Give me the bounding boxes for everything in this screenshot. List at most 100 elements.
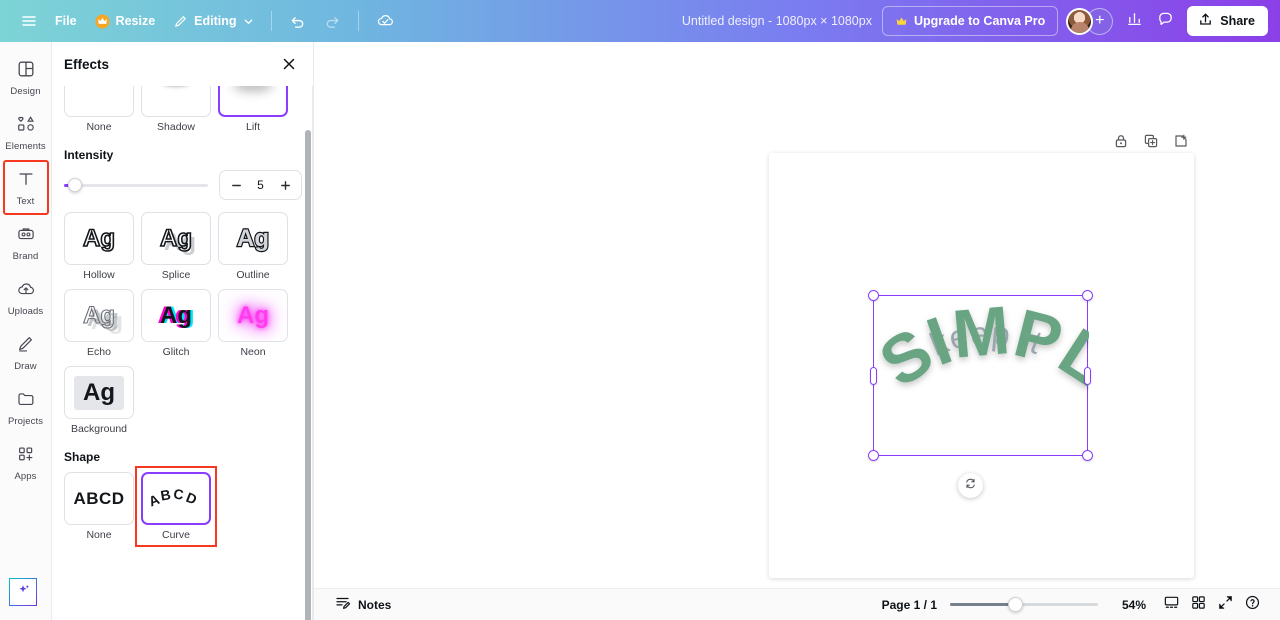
intensity-stepper: 5 (219, 170, 302, 200)
cloud-save-status-button[interactable] (367, 6, 405, 36)
effect-option-glitch[interactable]: Ag Glitch (141, 289, 211, 358)
file-menu-button[interactable]: File (46, 6, 86, 36)
document-title[interactable]: Untitled design - 1080px × 1080px (672, 6, 882, 36)
effect-option-background[interactable]: Ag Background (64, 366, 134, 435)
effect-label: Background (70, 423, 128, 435)
sidebar-item-projects[interactable]: Projects (3, 380, 49, 435)
shadow-preview (142, 86, 210, 116)
draw-pen-icon (16, 334, 36, 359)
close-icon[interactable] (278, 53, 300, 75)
chevron-down-icon (243, 16, 254, 27)
design-layout-icon (16, 59, 36, 84)
slider-knob[interactable] (68, 178, 82, 192)
editing-mode-button[interactable]: Editing (164, 6, 262, 36)
effect-sample: Ag (74, 375, 124, 410)
resize-label: Resize (115, 14, 156, 28)
help-button[interactable] (1239, 592, 1266, 618)
collaborators: + (1066, 7, 1114, 35)
share-button[interactable]: Share (1187, 6, 1268, 36)
effect-option-lift[interactable]: Lift (218, 86, 288, 133)
sidebar-item-label: Text (16, 195, 35, 207)
sidebar-item-label: Draw (14, 360, 37, 372)
panel-edge (312, 42, 313, 620)
design-page-canvas[interactable]: keep it SIMPLE (769, 153, 1194, 578)
resize-handle-bottom-left[interactable] (868, 450, 879, 461)
upgrade-label: Upgrade to Canva Pro (913, 14, 1046, 28)
fullscreen-icon (1217, 594, 1234, 616)
intensity-row: 5 (64, 170, 302, 200)
cloud-saved-icon (376, 11, 396, 31)
rotate-handle-icon (964, 477, 977, 495)
upgrade-to-pro-button[interactable]: Upgrade to Canva Pro (881, 6, 1059, 36)
avatar[interactable] (1066, 7, 1094, 35)
insights-button[interactable] (1119, 6, 1150, 36)
shape-option-curve[interactable]: A B C D Curve (135, 466, 217, 547)
rotate-handle[interactable] (958, 473, 983, 498)
effect-option-shadow[interactable]: Shadow (141, 86, 211, 133)
shape-thumbnail: A B C D (141, 472, 211, 525)
effect-sample: Ag (237, 301, 269, 329)
intensity-minus-button[interactable] (228, 177, 244, 193)
effect-label: Outline (236, 269, 270, 281)
pencil-icon (173, 14, 188, 29)
notes-button[interactable]: Notes (328, 591, 398, 618)
effect-label: Glitch (162, 346, 190, 358)
apps-grid-plus-icon (16, 444, 36, 469)
lift-preview (220, 86, 286, 115)
undo-button[interactable] (280, 6, 315, 36)
panel-scrollbar[interactable] (305, 130, 311, 620)
sidebar-item-brand[interactable]: Brand (3, 215, 49, 270)
resize-handle-bottom-right[interactable] (1082, 450, 1093, 461)
effects-panel-header: Effects (52, 42, 313, 86)
comments-button[interactable] (1150, 6, 1181, 36)
sidebar-item-label: Elements (5, 140, 46, 152)
effect-option-neon[interactable]: Ag Neon (218, 289, 288, 358)
effect-style-grid-2: Ag Hollow Ag Splice Ag Outline Ag Echo A… (64, 212, 302, 435)
magic-studio-button[interactable] (9, 578, 37, 606)
effect-option-hollow[interactable]: Ag Hollow (64, 212, 134, 281)
effect-option-outline[interactable]: Ag Outline (218, 212, 288, 281)
resize-handle-top-right[interactable] (1082, 290, 1093, 301)
resize-handle-left[interactable] (870, 366, 877, 385)
sidebar-item-design[interactable]: Design (3, 50, 49, 105)
shape-label-curve: Curve (161, 529, 190, 541)
sidebar-item-draw[interactable]: Draw (3, 325, 49, 380)
undo-icon (289, 13, 306, 30)
effect-sample: Ag (160, 301, 192, 329)
lock-icon[interactable] (1112, 131, 1130, 151)
selected-text-object[interactable]: keep it SIMPLE (852, 235, 1122, 461)
effect-style-grid: None Shadow Lift (64, 86, 302, 133)
projects-folder-icon (16, 389, 36, 414)
svg-text:D: D (184, 489, 200, 508)
effect-option-splice[interactable]: Ag Splice (141, 212, 211, 281)
grid-view-icon (1190, 594, 1207, 616)
resize-button[interactable]: Resize (86, 6, 165, 36)
effect-sample: Ag (82, 224, 116, 253)
fullscreen-button[interactable] (1212, 592, 1239, 618)
redo-button[interactable] (315, 6, 350, 36)
zoom-knob[interactable] (1008, 596, 1023, 612)
timeline-view-button[interactable] (1158, 592, 1185, 618)
brand-kit-icon (16, 224, 36, 249)
sidebar-item-apps[interactable]: Apps (3, 435, 49, 490)
duplicate-icon[interactable] (1142, 131, 1160, 151)
zoom-value[interactable]: 54% (1112, 598, 1146, 612)
menu-button[interactable] (12, 6, 46, 36)
zoom-slider[interactable] (950, 596, 1098, 613)
resize-handle-top-left[interactable] (868, 290, 879, 301)
effect-option-echo[interactable]: Ag Echo (64, 289, 134, 358)
none-preview (65, 86, 133, 116)
sidebar-item-elements[interactable]: Elements (3, 105, 49, 160)
workspace: keep it SIMPLE (314, 42, 1280, 620)
intensity-slider[interactable] (64, 177, 208, 193)
sidebar-item-uploads[interactable]: Uploads (3, 270, 49, 325)
add-page-icon[interactable] (1172, 131, 1190, 151)
effect-option-none[interactable]: None (64, 86, 134, 133)
shape-option-none[interactable]: ABCD None (64, 472, 134, 541)
sidebar-item-label: Projects (7, 415, 44, 427)
upload-cloud-icon (16, 279, 36, 304)
grid-view-button[interactable] (1185, 592, 1212, 618)
sidebar-item-text[interactable]: Text (2, 160, 49, 215)
resize-handle-right[interactable] (1084, 366, 1091, 385)
intensity-plus-button[interactable] (277, 177, 293, 193)
